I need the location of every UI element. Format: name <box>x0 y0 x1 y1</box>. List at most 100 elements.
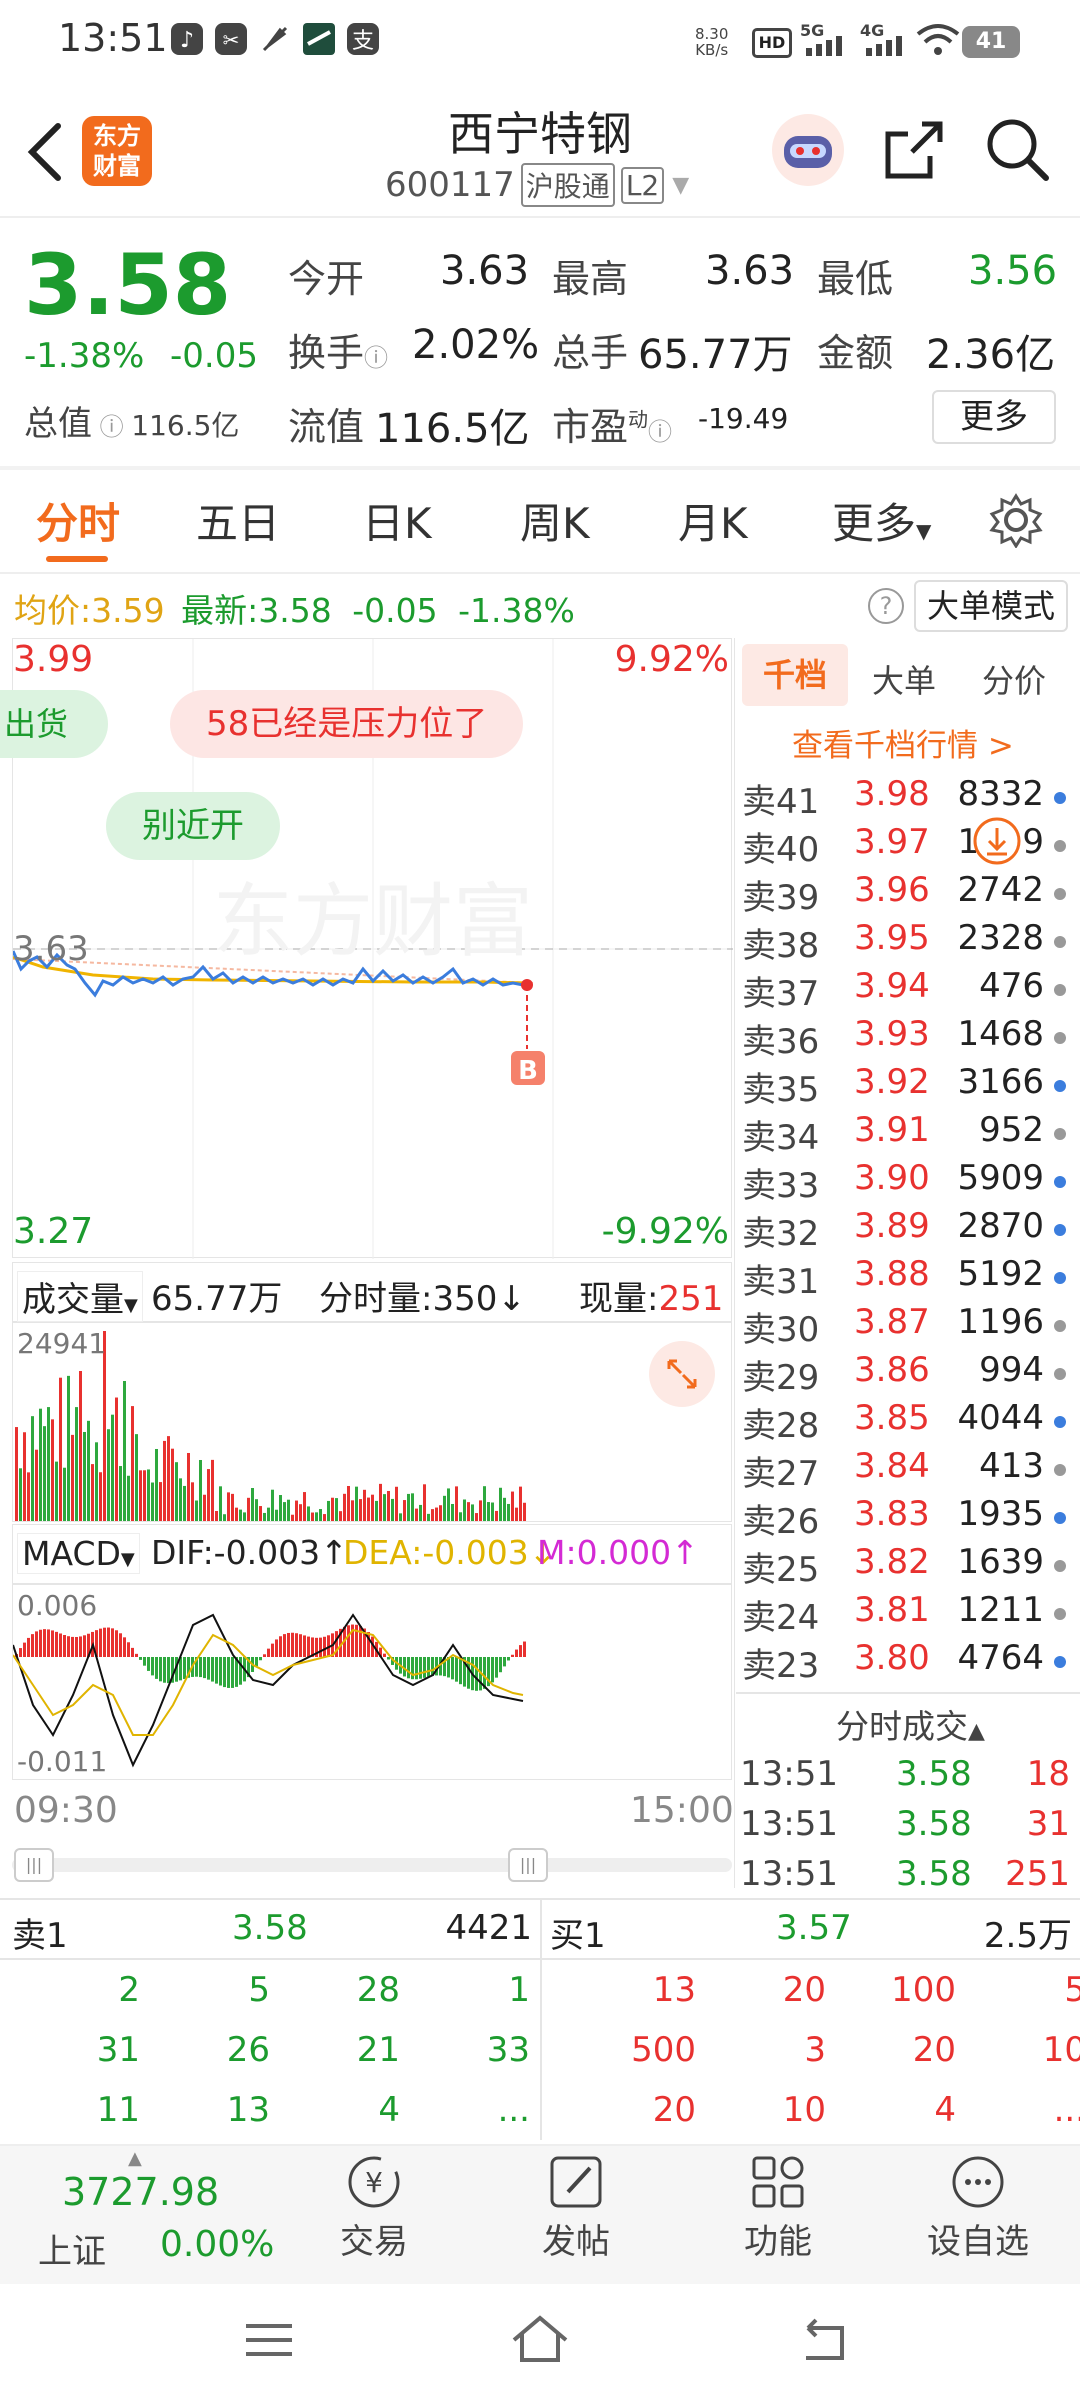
order-price: 3.93 <box>854 1014 930 1054</box>
pe-value: -19.49 <box>698 402 789 435</box>
large-order-mode-button[interactable]: 大单模式 <box>914 580 1068 632</box>
low-value: 3.56 <box>968 248 1058 294</box>
macd-bar <box>227 1657 230 1688</box>
nav-post[interactable]: 发帖 <box>506 2150 646 2263</box>
macd-bar <box>499 1657 502 1673</box>
macd-bar <box>303 1635 306 1657</box>
more-button[interactable]: 更多 <box>932 390 1056 444</box>
expand-icon[interactable] <box>649 1341 715 1407</box>
tab-five-day[interactable]: 五日 <box>196 490 280 551</box>
volume-bar <box>219 1486 222 1521</box>
volume-bar <box>439 1505 442 1521</box>
slider-handle-right[interactable]: ||| <box>508 1848 548 1882</box>
side-tab-price-dist[interactable]: 分价 <box>982 656 1046 702</box>
view-depth-link[interactable]: 查看千档行情 > <box>792 720 1014 765</box>
side-tab-depth[interactable]: 千档 <box>742 644 848 706</box>
volume-bar <box>363 1489 366 1521</box>
volume-bar <box>187 1452 190 1521</box>
nav-trade[interactable]: ¥ 交易 <box>304 2150 444 2263</box>
index-pct[interactable]: 0.00% <box>160 2224 274 2265</box>
volume-bar <box>183 1485 186 1521</box>
volume-bar <box>155 1448 158 1521</box>
comment-bubble[interactable]: 58已经是压力位了 <box>170 690 524 758</box>
hd-icon: HD <box>752 28 792 58</box>
volume-bars <box>15 1331 526 1521</box>
stock-code-row[interactable]: 600117 沪股通 L2 ▼ <box>385 163 689 207</box>
tab-intraday[interactable]: 分时 <box>36 490 120 551</box>
slider-handle-left[interactable]: ||| <box>14 1848 54 1882</box>
tab-month-k[interactable]: 月K <box>678 490 748 551</box>
volume-bar <box>15 1427 18 1521</box>
order-price: 3.88 <box>854 1254 930 1294</box>
battery-icon: 41 <box>962 26 1020 58</box>
download-icon[interactable] <box>972 816 1022 866</box>
macd-bar <box>75 1636 78 1657</box>
order-price: 3.84 <box>854 1446 930 1486</box>
side-tab-large-orders[interactable]: 大单 <box>872 656 936 702</box>
trade-row: 13:51 3.58 251 <box>740 1854 1070 1902</box>
order-book-row: 卖27 3.84 413 <box>742 1446 1072 1494</box>
macd-bar <box>135 1653 138 1657</box>
sell-queue-cell: ... <box>497 2090 530 2130</box>
order-dot <box>1054 1464 1066 1476</box>
sell-queue-cell: 28 <box>356 1970 400 2010</box>
macd-bar <box>347 1625 350 1657</box>
volume-bar <box>423 1484 426 1521</box>
comment-bubble[interactable]: 别近开 <box>106 792 280 860</box>
divider <box>0 216 1080 218</box>
macd-bar <box>47 1629 50 1657</box>
home-icon[interactable] <box>510 2314 570 2364</box>
index-name[interactable]: 上证 <box>38 2224 106 2273</box>
volume-bar <box>471 1504 474 1521</box>
volume-bar <box>107 1429 110 1521</box>
nav-add-watchlist[interactable]: 设自选 <box>908 2150 1048 2263</box>
nav-functions[interactable]: 功能 <box>708 2150 848 2263</box>
sell-queue-cell: 1 <box>508 1970 530 2010</box>
help-icon[interactable]: ? <box>868 588 904 624</box>
order-level: 卖33 <box>742 1166 820 1206</box>
volume-bar <box>239 1509 242 1521</box>
volume-selector[interactable]: 成交量▼ <box>17 1271 143 1322</box>
volume-bar <box>523 1502 526 1521</box>
tab-week-k[interactable]: 周K <box>520 490 590 551</box>
level-badge: L2 <box>620 166 665 204</box>
tab-day-k[interactable]: 日K <box>362 490 432 551</box>
order-dot <box>1054 888 1066 900</box>
tab-more[interactable]: 更多▼ <box>832 490 931 551</box>
macd-bar <box>519 1645 522 1657</box>
sell-queue-cell: 21 <box>356 2030 400 2070</box>
trade-volume: 251 <box>1005 1854 1070 1894</box>
share-icon[interactable] <box>882 118 946 182</box>
time-range-slider[interactable] <box>12 1858 732 1872</box>
signal-4g-icon: 4G <box>860 20 920 60</box>
volume-bar <box>255 1499 258 1521</box>
menu-icon[interactable] <box>244 2320 294 2360</box>
macd-bar <box>299 1634 302 1657</box>
buy-queue-cell: 5 <box>1064 1970 1080 2010</box>
robot-assistant-icon[interactable] <box>770 112 846 188</box>
macd-bar <box>99 1628 102 1657</box>
order-level: 卖25 <box>742 1550 820 1590</box>
macd-bar <box>19 1648 22 1657</box>
macd-bar <box>215 1657 218 1684</box>
macd-bar <box>267 1648 270 1657</box>
volume-bar <box>419 1504 422 1521</box>
search-icon[interactable] <box>984 116 1050 182</box>
macd-selector[interactable]: MACD▼ <box>17 1533 140 1574</box>
chart-prev-close: 3.63 <box>13 929 89 969</box>
volume-bar <box>287 1499 290 1521</box>
volume-bar <box>399 1513 402 1521</box>
signal-5g-icon: 5G <box>800 20 860 60</box>
sell-queue-cell: 11 <box>96 2090 140 2130</box>
index-value[interactable]: 3727.98 <box>62 2170 219 2214</box>
settings-gear-icon[interactable] <box>988 492 1044 548</box>
volume-bar <box>407 1493 410 1521</box>
order-price: 3.96 <box>854 870 930 910</box>
volume-bar <box>235 1507 238 1521</box>
volume-bar <box>487 1502 490 1521</box>
chevron-up-icon[interactable]: ▲ <box>128 2148 142 2169</box>
back-nav-icon[interactable] <box>796 2318 850 2362</box>
comment-bubble[interactable]: 出货 <box>0 690 108 758</box>
macd-bar <box>127 1642 130 1657</box>
trades-title[interactable]: 分时成交▲ <box>836 1700 985 1748</box>
